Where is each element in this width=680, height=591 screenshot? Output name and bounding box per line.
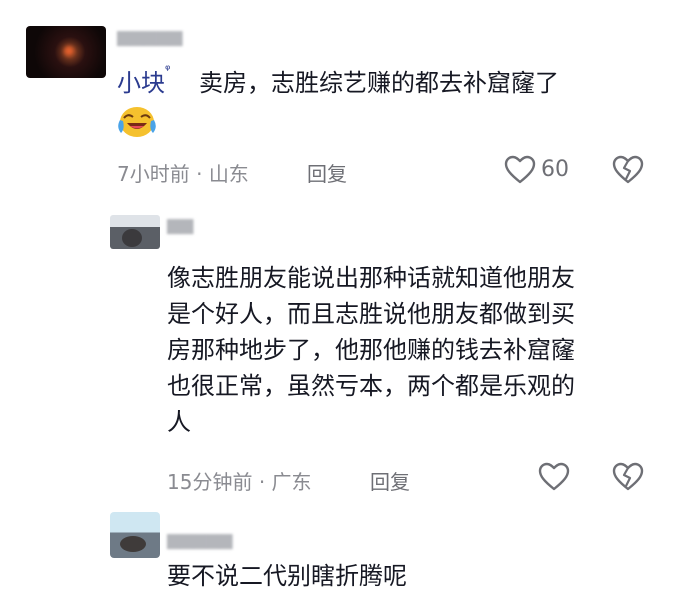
like-heart-icon[interactable]	[504, 155, 536, 185]
avatar[interactable]	[110, 215, 160, 249]
avatar[interactable]	[26, 26, 106, 78]
comment-username[interactable]: 小块ᵠ	[117, 63, 170, 98]
comment-meta: 7小时前 · 山东	[117, 158, 249, 187]
reply-button[interactable]: 回复	[307, 158, 347, 187]
reply-text-line: 像志胜朋友能说出那种话就知道他朋友	[167, 264, 575, 292]
reply-time: 15分钟前	[167, 470, 253, 494]
meta-separator: ·	[196, 162, 203, 186]
crying-laughing-emoji-icon	[118, 107, 156, 137]
like-heart-icon[interactable]	[538, 462, 570, 492]
like-count: 60	[541, 157, 569, 182]
avatar-image	[64, 46, 74, 56]
reply-text: 像志胜朋友能说出那种话就知道他朋友 是个好人，而且志胜说他朋友都做到买 房那种地…	[167, 260, 657, 440]
username-label: 小块	[117, 69, 165, 97]
reply-text-line: 是个好人，而且志胜说他朋友都做到买	[167, 300, 575, 328]
reply-text-line: 房那种地步了，他那他赚的钱去补窟窿	[167, 336, 575, 364]
blurred-username: ▆▆▆▆▆	[167, 530, 233, 550]
meta-separator: ·	[258, 470, 266, 494]
dislike-broken-heart-icon[interactable]	[612, 155, 644, 185]
comment-text: 卖房，志胜综艺赚的都去补窟窿了	[199, 69, 559, 97]
blurred-username: ▆▆	[167, 215, 194, 235]
blurred-username: ▆▆▆▆▆	[117, 27, 183, 47]
avatar[interactable]	[110, 512, 160, 558]
reply-meta: 15分钟前 · 广东	[167, 466, 312, 495]
reply-text-partial: 要不说二代别瞎折腾呢	[167, 562, 407, 590]
reply-button[interactable]: 回复	[370, 466, 410, 495]
comment-location: 山东	[208, 162, 249, 186]
search-icon: ᵠ	[165, 63, 171, 78]
dislike-broken-heart-icon[interactable]	[612, 462, 644, 492]
avatar-image	[122, 229, 142, 247]
avatar-image	[120, 536, 146, 552]
reply-text-line: 人	[167, 408, 191, 436]
comment-time: 7小时前	[117, 162, 190, 186]
reply-text-line: 也很正常，虽然亏本，两个都是乐观的	[167, 372, 575, 400]
reply-location: 广东	[271, 470, 312, 494]
